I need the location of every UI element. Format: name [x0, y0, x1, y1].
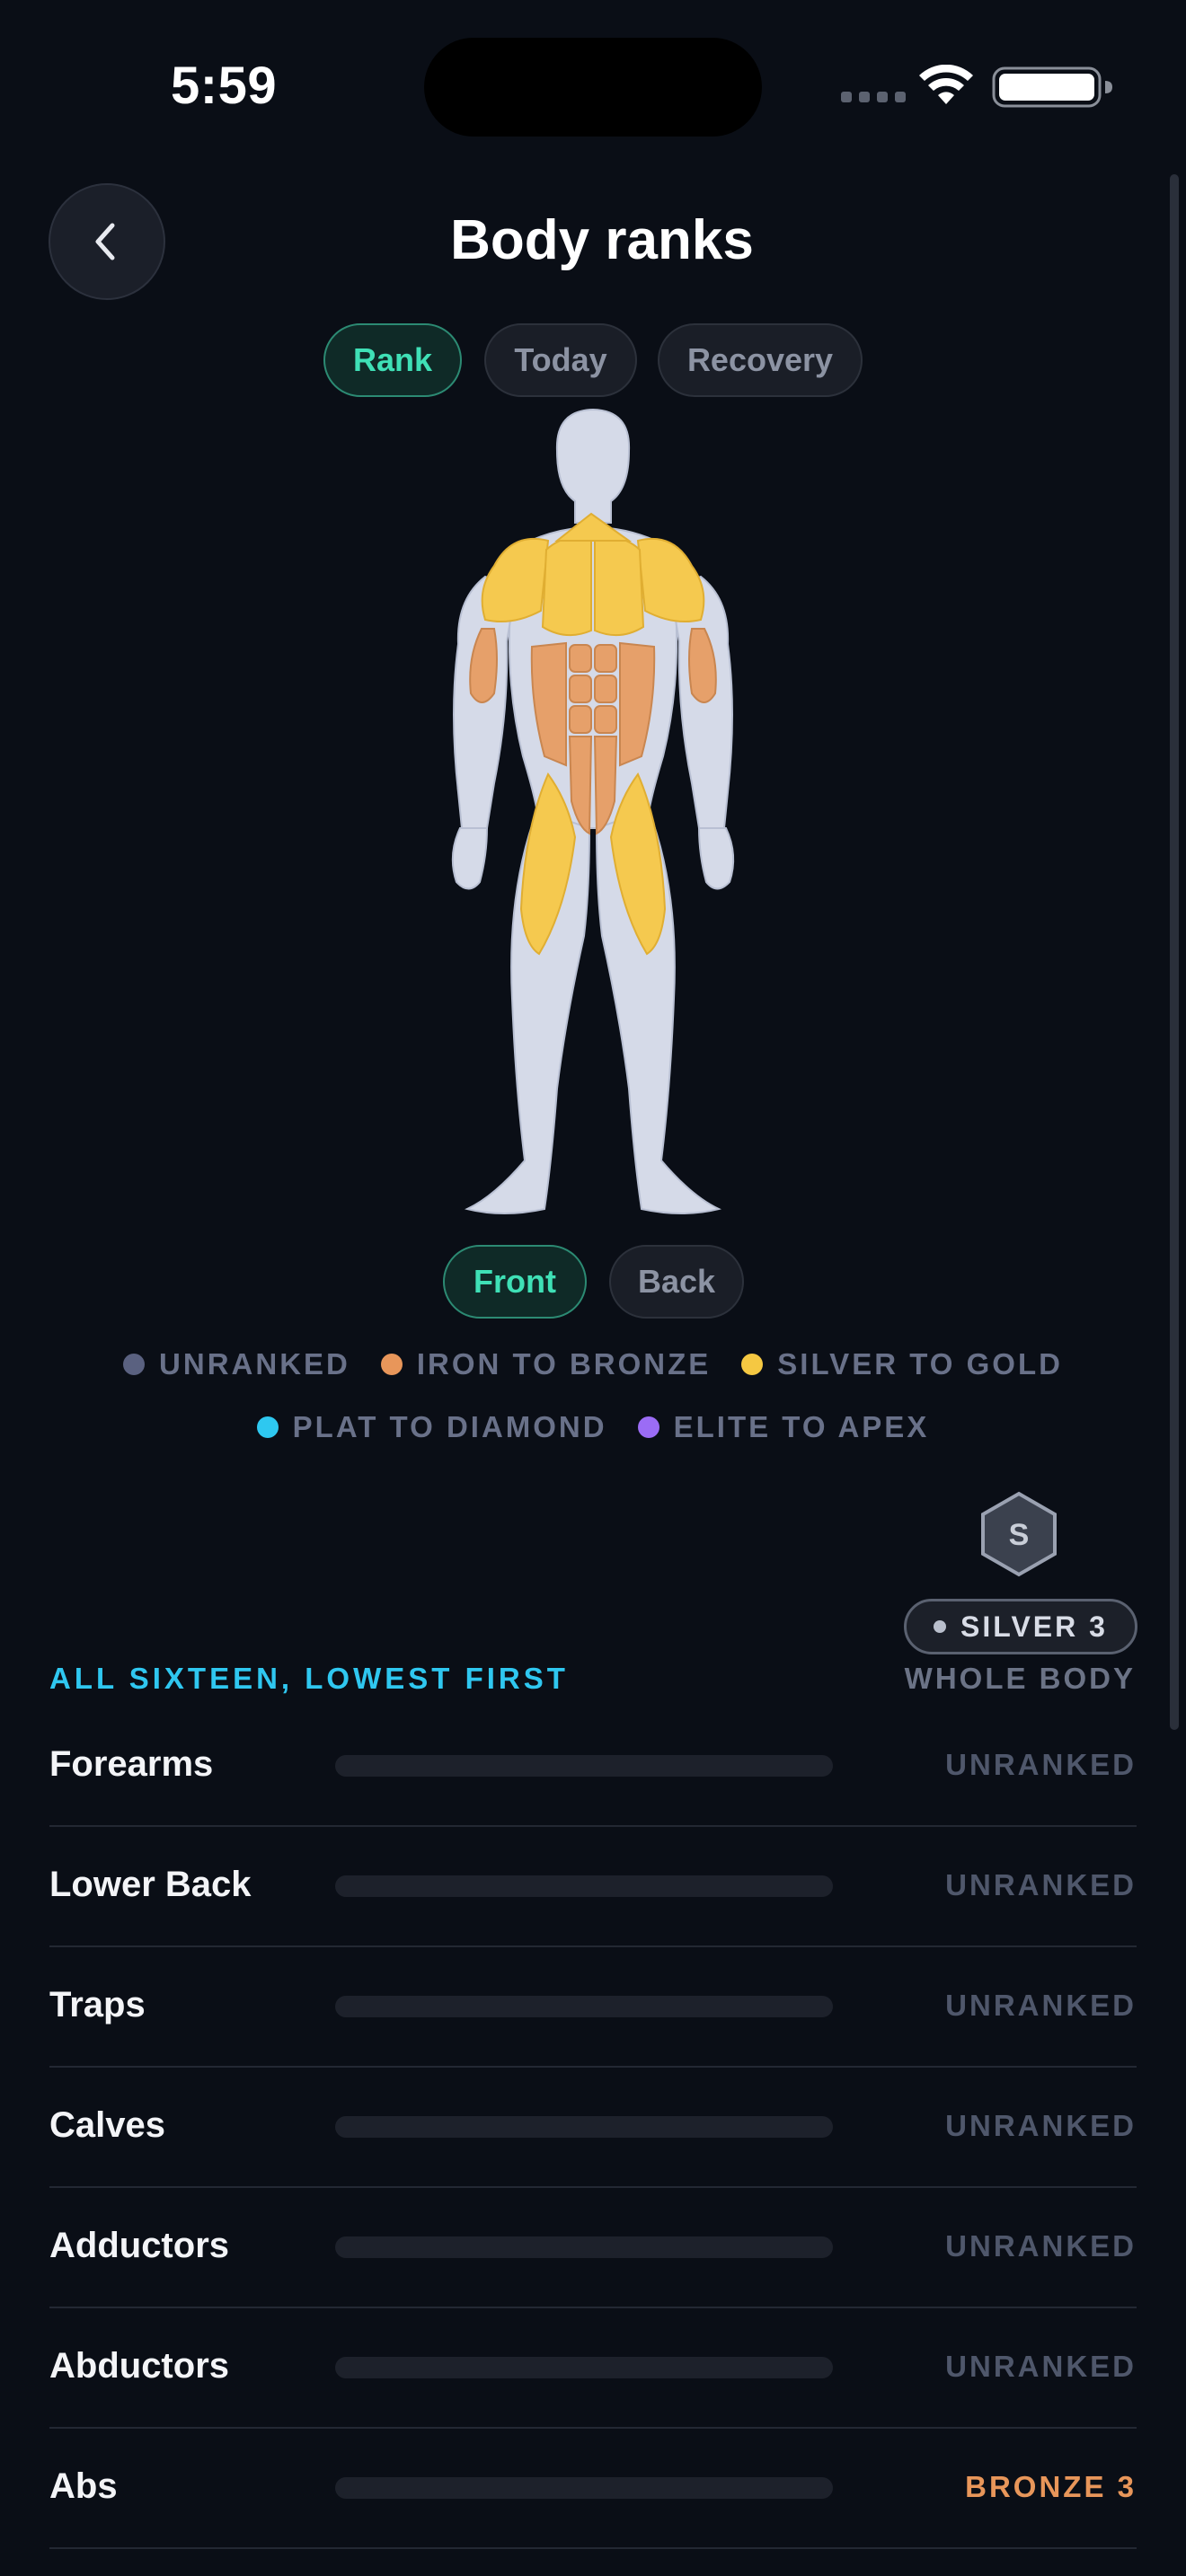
muscle-rank: UNRANKED — [945, 1868, 1137, 1901]
muscle-rank: UNRANKED — [945, 2109, 1137, 2142]
muscle-row[interactable]: Abs BRONZE 3 — [49, 2429, 1137, 2549]
legend-dot — [637, 1416, 659, 1438]
dynamic-island — [424, 38, 762, 137]
page-title: Body ranks — [450, 209, 754, 271]
legend-iron-to-bronze: IRON TO BRONZE — [380, 1347, 712, 1381]
legend-label: ELITE TO APEX — [673, 1410, 930, 1443]
legend-label: IRON TO BRONZE — [416, 1347, 712, 1381]
muscle-name: Adductors — [49, 2226, 229, 2265]
muscle-row[interactable]: Lower Back UNRANKED — [49, 1827, 1137, 1947]
tab-today[interactable]: Today — [484, 323, 637, 397]
legend-dot — [380, 1354, 403, 1375]
muscle-name: Forearms — [49, 1744, 214, 1784]
legend-label: UNRANKED — [159, 1347, 350, 1381]
whole-body-rank-badge[interactable]: SILVER 3 — [904, 1599, 1137, 1654]
tab-rank[interactable]: Rank — [323, 323, 462, 397]
muscle-row[interactable]: Abductors UNRANKED — [49, 2308, 1137, 2429]
muscle-row[interactable]: Adductors UNRANKED — [49, 2188, 1137, 2308]
legend-dot — [123, 1354, 146, 1375]
muscle-rank: UNRANKED — [945, 2229, 1137, 2263]
progress-track — [335, 1996, 833, 2017]
legend-unranked: UNRANKED — [123, 1347, 350, 1381]
progress-track — [335, 1755, 833, 1777]
progress-track — [335, 2357, 833, 2378]
battery-icon — [992, 66, 1112, 108]
muscle-row[interactable]: Traps UNRANKED — [49, 1947, 1137, 2068]
tab-recovery[interactable]: Recovery — [658, 323, 863, 397]
legend-plat-to-diamond: PLAT TO DIAMOND — [256, 1410, 607, 1444]
toggle-back[interactable]: Back — [609, 1245, 744, 1319]
muscle-rank: UNRANKED — [945, 2350, 1137, 2383]
wifi-icon — [919, 65, 973, 104]
scrollbar[interactable] — [1170, 174, 1179, 1730]
muscle-name: Traps — [49, 1985, 146, 2025]
muscle-row[interactable]: Forearms UNRANKED — [49, 1707, 1137, 1827]
progress-track — [335, 2236, 833, 2258]
progress-track — [335, 2116, 833, 2138]
legend-label: SILVER TO GOLD — [777, 1347, 1063, 1381]
rank-hexagon-icon: S — [981, 1491, 1057, 1577]
legend-label: PLAT TO DIAMOND — [292, 1410, 607, 1443]
muscle-row[interactable]: Calves UNRANKED — [49, 2068, 1137, 2188]
rank-dot — [934, 1620, 947, 1633]
progress-track — [335, 2477, 833, 2499]
muscle-rank-list: Forearms UNRANKED Lower Back UNRANKED Traps U… — [49, 1707, 1137, 2549]
legend-row-1: UNRANKED IRON TO BRONZE SILVER TO GOLD — [0, 1347, 1186, 1381]
muscle-rank: UNRANKED — [945, 1748, 1137, 1781]
muscle-name: Lower Back — [49, 1865, 252, 1904]
muscle-rank: BRONZE 3 — [965, 2470, 1137, 2503]
legend-dot — [256, 1416, 279, 1438]
status-time: 5:59 — [171, 57, 278, 115]
muscle-name: Calves — [49, 2105, 165, 2145]
muscle-rank: UNRANKED — [945, 1989, 1137, 2022]
rank-hexagon-letter: S — [1009, 1518, 1030, 1552]
section-label: ALL SIXTEEN, LOWEST FIRST — [49, 1662, 569, 1695]
body-figure-front[interactable] — [431, 406, 755, 1223]
muscle-name: Abs — [49, 2466, 118, 2506]
legend-row-2: PLAT TO DIAMOND ELITE TO APEX — [0, 1410, 1186, 1444]
progress-track — [335, 1875, 833, 1897]
cellular-signal-icon — [841, 92, 906, 102]
whole-body-label: WHOLE BODY — [904, 1662, 1136, 1695]
legend-dot — [741, 1354, 764, 1375]
legend-silver-to-gold: SILVER TO GOLD — [741, 1347, 1063, 1381]
whole-body-rank: SILVER 3 — [960, 1610, 1108, 1643]
toggle-front[interactable]: Front — [443, 1245, 587, 1319]
muscle-name: Abductors — [49, 2346, 229, 2386]
legend-elite-to-apex: ELITE TO APEX — [637, 1410, 930, 1444]
